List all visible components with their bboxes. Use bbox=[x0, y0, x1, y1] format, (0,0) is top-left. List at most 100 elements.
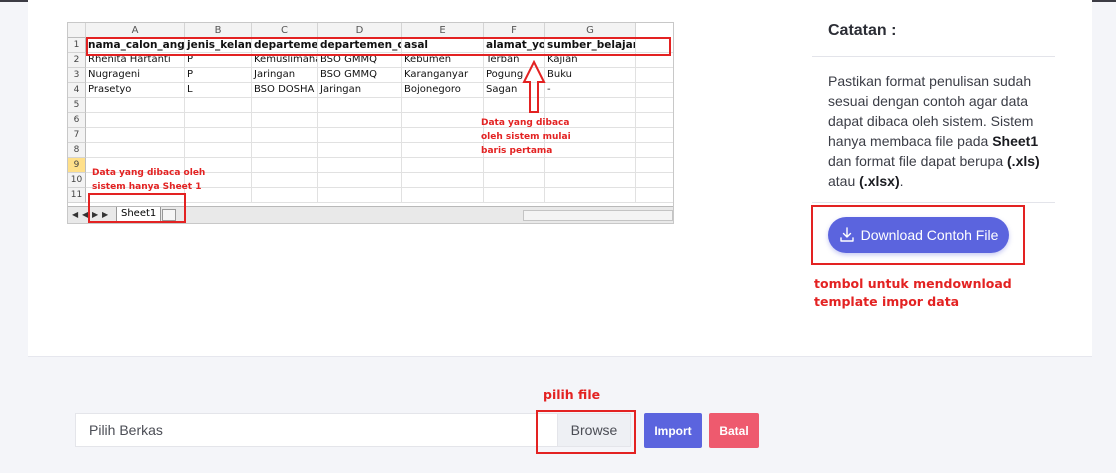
notes-body: Pastikan format penulisan sudah sesuai d… bbox=[828, 71, 1056, 191]
sheet-cell bbox=[86, 128, 185, 143]
sheet-cell bbox=[86, 98, 185, 113]
row-number: 3 bbox=[68, 68, 86, 83]
up-arrow-icon bbox=[522, 60, 546, 113]
sheet-cell bbox=[636, 68, 673, 83]
sheet-cell bbox=[545, 173, 636, 188]
sheet-cell bbox=[252, 143, 318, 158]
sheet-cell: Buku bbox=[545, 68, 636, 83]
notes-text: atau bbox=[828, 173, 856, 189]
annotation-line: sistem hanya Sheet 1 bbox=[92, 182, 202, 192]
file-input[interactable]: Pilih Berkas bbox=[75, 413, 558, 447]
sheet-cell bbox=[318, 128, 402, 143]
notes-ext-xls: (.xls) bbox=[1007, 153, 1040, 169]
sheet-cell bbox=[636, 83, 673, 98]
first-row-annotation: Data yang dibaca oleh sistem mulai baris… bbox=[481, 116, 571, 158]
sheet-cell bbox=[636, 173, 673, 188]
column-header: B bbox=[185, 23, 252, 38]
sheet-cell bbox=[402, 188, 484, 203]
annotation-line: template impor data bbox=[814, 294, 960, 309]
sheet-cell bbox=[636, 143, 673, 158]
annotation-line: baris pertama bbox=[481, 146, 553, 156]
row-number: 5 bbox=[68, 98, 86, 113]
column-header: D bbox=[318, 23, 402, 38]
horizontal-scrollbar bbox=[523, 210, 673, 221]
column-header: F bbox=[484, 23, 545, 38]
sheet-cell bbox=[402, 113, 484, 128]
sheet-tab-highlight bbox=[88, 193, 186, 223]
sheet-cell bbox=[402, 158, 484, 173]
import-button[interactable]: Import bbox=[644, 413, 702, 448]
sheet-cell bbox=[252, 113, 318, 128]
column-header: C bbox=[252, 23, 318, 38]
sheet-cell: P bbox=[185, 68, 252, 83]
sheet-cell bbox=[484, 173, 545, 188]
row-number: 7 bbox=[68, 128, 86, 143]
annotation-line: Data yang dibaca bbox=[481, 118, 570, 128]
notes-sheet-name: Sheet1 bbox=[992, 133, 1039, 149]
sheet-cell bbox=[636, 158, 673, 173]
sheet-cell bbox=[402, 128, 484, 143]
sheet-cell bbox=[402, 173, 484, 188]
notes-text: . bbox=[899, 173, 904, 189]
notes-ext-xlsx: (.xlsx) bbox=[859, 173, 900, 189]
column-header: E bbox=[402, 23, 484, 38]
first-sheet-icon: ◀ bbox=[72, 210, 79, 219]
row-number: 4 bbox=[68, 83, 86, 98]
sheet-cell bbox=[636, 98, 673, 113]
sheet-cell: BSO DOSHA bbox=[252, 83, 318, 98]
sheet-cell: - bbox=[545, 83, 636, 98]
column-header: A bbox=[86, 23, 185, 38]
row-number: 9 bbox=[68, 158, 86, 173]
cancel-button[interactable]: Batal bbox=[709, 413, 759, 448]
download-annotation: tombol untuk mendownload template impor … bbox=[814, 275, 1012, 311]
sheet-cell bbox=[484, 188, 545, 203]
sheet-cell bbox=[185, 98, 252, 113]
annotation-line: Data yang dibaca oleh bbox=[92, 168, 206, 178]
column-header: G bbox=[545, 23, 636, 38]
sheet-cell bbox=[318, 113, 402, 128]
corner-cell bbox=[68, 23, 86, 38]
notes-divider bbox=[812, 202, 1055, 203]
sheet-cell: Nugrageni bbox=[86, 68, 185, 83]
row-number: 6 bbox=[68, 113, 86, 128]
sheet-cell bbox=[636, 188, 673, 203]
sheet-cell bbox=[318, 188, 402, 203]
sheet-cell: Prasetyo bbox=[86, 83, 185, 98]
sheet-cell bbox=[402, 143, 484, 158]
annotation-line: oleh sistem mulai bbox=[481, 132, 571, 142]
sheet-cell bbox=[185, 128, 252, 143]
sheet-cell bbox=[545, 158, 636, 173]
sheet-cell: Karanganyar bbox=[402, 68, 484, 83]
sheet-cell bbox=[86, 113, 185, 128]
sheet-cell: Jaringan bbox=[318, 83, 402, 98]
sheet-cell bbox=[545, 98, 636, 113]
sheet-cell bbox=[636, 113, 673, 128]
row-number: 1 bbox=[68, 38, 86, 53]
sheet-cell bbox=[252, 128, 318, 143]
sheet-cell: BSO GMMQ bbox=[318, 68, 402, 83]
sheet-cell bbox=[185, 113, 252, 128]
sheet-cell bbox=[252, 158, 318, 173]
notes-text: dan format file dapat berupa bbox=[828, 153, 1004, 169]
sheet-cell bbox=[318, 143, 402, 158]
browse-button-highlight bbox=[536, 410, 636, 454]
notes-title: Catatan : bbox=[828, 22, 897, 39]
row-number: 11 bbox=[68, 188, 86, 203]
header-row-highlight bbox=[86, 37, 671, 56]
sheet-cell bbox=[252, 173, 318, 188]
sheet-cell: Bojonegoro bbox=[402, 83, 484, 98]
notes-divider bbox=[812, 56, 1055, 57]
sheet-only-annotation: Data yang dibaca oleh sistem hanya Sheet… bbox=[92, 166, 205, 194]
sheet-cell: Jaringan bbox=[252, 68, 318, 83]
sheet-cell bbox=[252, 188, 318, 203]
sheet-cell: L bbox=[185, 83, 252, 98]
sheet-cell bbox=[402, 98, 484, 113]
download-button-highlight bbox=[811, 205, 1025, 265]
annotation-line: tombol untuk mendownload bbox=[814, 276, 1012, 291]
pick-file-annotation: pilih file bbox=[543, 387, 601, 402]
sheet-cell bbox=[318, 158, 402, 173]
sheet-cell bbox=[252, 98, 318, 113]
sheet-cell bbox=[318, 173, 402, 188]
sheet-cell bbox=[545, 188, 636, 203]
sheet-cell bbox=[484, 158, 545, 173]
